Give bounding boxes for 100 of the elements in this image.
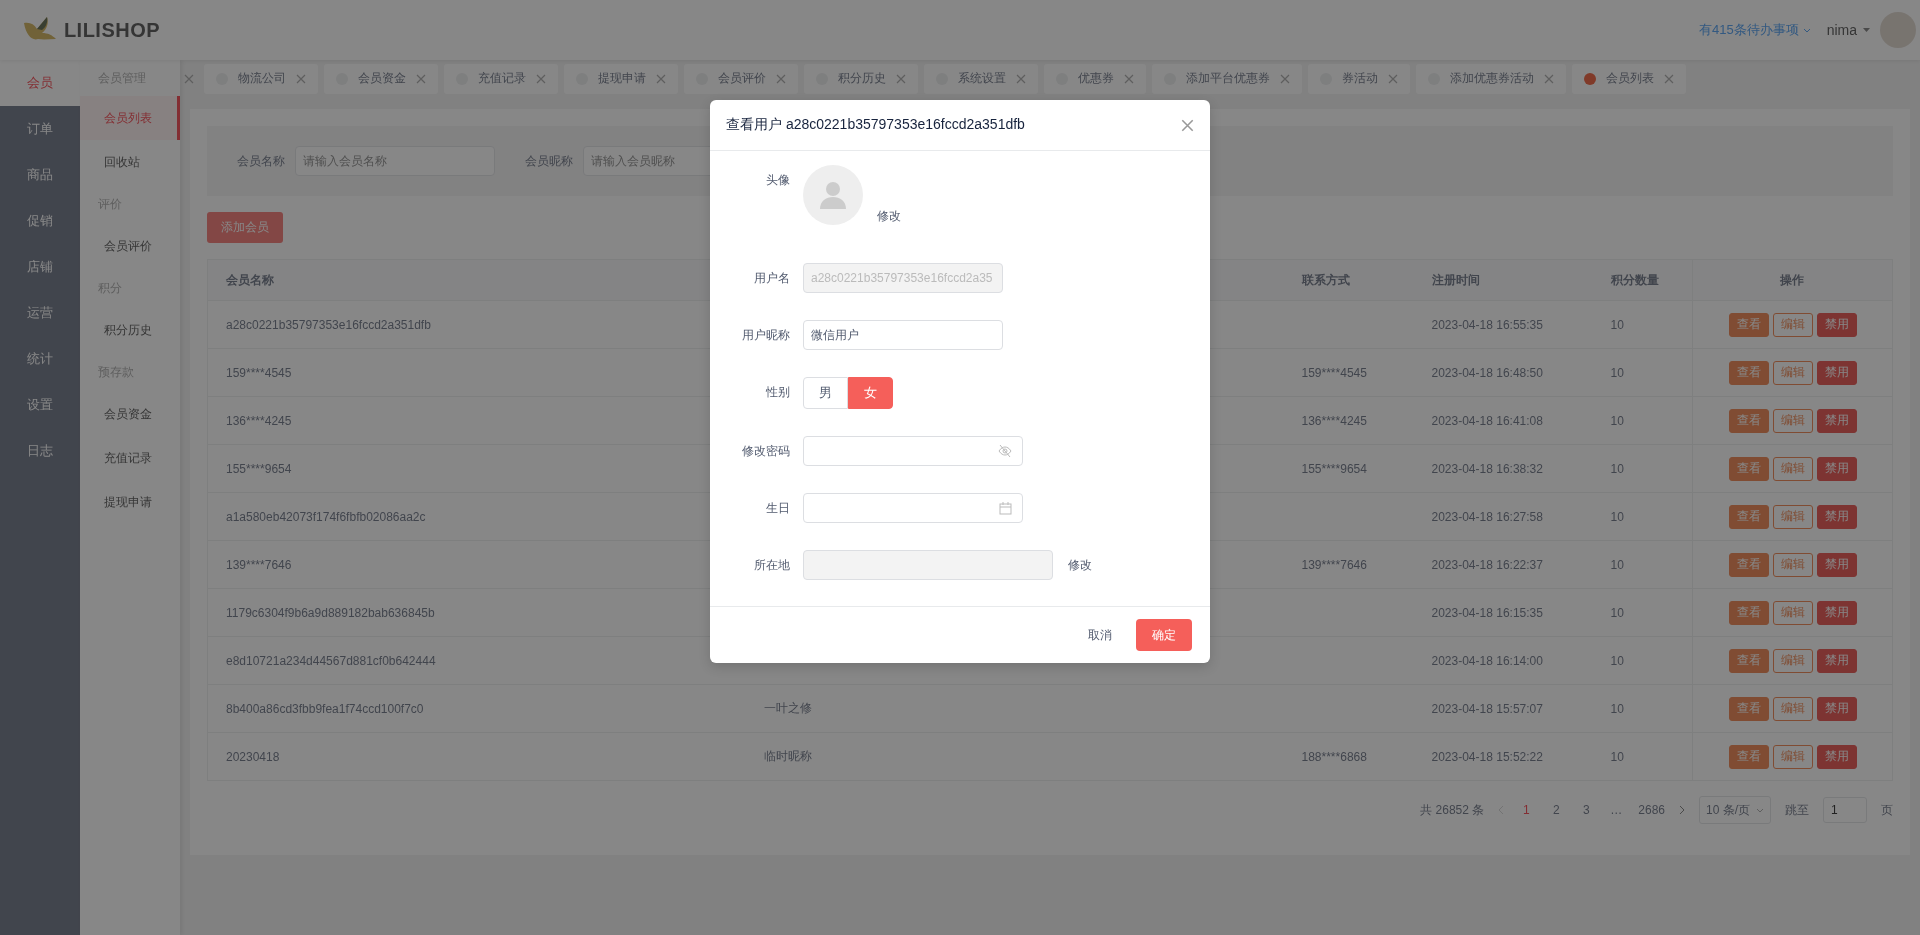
action-button[interactable]: 查看	[1728, 504, 1769, 529]
close-icon[interactable]	[1181, 118, 1194, 132]
action-button[interactable]: 禁用	[1816, 696, 1857, 721]
action-button[interactable]: 禁用	[1816, 360, 1857, 385]
action-button[interactable]: 查看	[1728, 552, 1769, 577]
action-button[interactable]: 禁用	[1816, 504, 1857, 529]
submenu-item[interactable]: 提现申请	[80, 480, 180, 524]
page-tab[interactable]: 添加平台优惠券	[1152, 63, 1302, 94]
nav-item[interactable]: 统计	[0, 336, 80, 382]
nav-item[interactable]: 运营	[0, 290, 80, 336]
submenu-item[interactable]: 会员列表	[80, 96, 180, 140]
action-button[interactable]: 禁用	[1816, 648, 1857, 673]
submenu-item[interactable]: 积分历史	[80, 308, 180, 352]
page-input[interactable]: 1	[1823, 797, 1867, 823]
action-button[interactable]: 编辑	[1772, 408, 1813, 433]
nav-item[interactable]: 店铺	[0, 244, 80, 290]
action-button[interactable]: 禁用	[1816, 456, 1857, 481]
close-icon[interactable]	[1544, 73, 1554, 84]
nav-item[interactable]: 设置	[0, 382, 80, 428]
action-button[interactable]: 查看	[1728, 408, 1769, 433]
action-button[interactable]: 编辑	[1772, 696, 1813, 721]
chevron-right-icon[interactable]	[1679, 805, 1685, 815]
page-tab[interactable]: 提现申请	[564, 63, 678, 94]
region-field[interactable]	[803, 550, 1053, 580]
table-cell: 10	[1592, 348, 1693, 397]
action-button[interactable]: 查看	[1728, 600, 1769, 625]
submenu-item[interactable]: 回收站	[80, 140, 180, 184]
submenu-item[interactable]: 会员资金	[80, 392, 180, 436]
nav-item[interactable]: 日志	[0, 428, 80, 474]
column-header: 操作	[1692, 259, 1893, 301]
text-field[interactable]: 微信用户	[803, 320, 1003, 350]
close-icon[interactable]	[1664, 73, 1674, 84]
page-number[interactable]: 1	[1518, 803, 1535, 817]
action-button[interactable]: 编辑	[1772, 456, 1813, 481]
edit-link[interactable]: 修改	[877, 207, 901, 225]
password-field[interactable]	[803, 436, 1023, 466]
close-icon[interactable]	[1124, 73, 1134, 84]
action-button[interactable]: 编辑	[1772, 648, 1813, 673]
nav-item[interactable]: 商品	[0, 152, 80, 198]
page-number[interactable]: 2686	[1638, 803, 1665, 817]
close-icon[interactable]	[776, 73, 786, 84]
page-number[interactable]: 3	[1578, 803, 1595, 817]
action-button[interactable]: 禁用	[1816, 312, 1857, 337]
close-icon[interactable]	[296, 73, 306, 84]
gender-option[interactable]: 男	[803, 377, 848, 409]
action-button[interactable]: 查看	[1728, 360, 1769, 385]
close-icon[interactable]	[1016, 73, 1026, 84]
action-button[interactable]: 编辑	[1772, 600, 1813, 625]
nav-item[interactable]: 会员	[0, 60, 80, 106]
action-button[interactable]: 禁用	[1816, 744, 1857, 769]
edit-link[interactable]: 修改	[1068, 550, 1092, 580]
action-button[interactable]: 查看	[1728, 312, 1769, 337]
page-tab[interactable]: 系统设置	[924, 63, 1038, 94]
action-button[interactable]: 编辑	[1772, 360, 1813, 385]
page-tab[interactable]: 会员列表	[1572, 63, 1686, 94]
page-tab[interactable]: 券活动	[1308, 63, 1410, 94]
field-label: 生日	[765, 500, 790, 517]
action-button[interactable]: 查看	[1728, 648, 1769, 673]
user-menu[interactable]: nima	[1826, 22, 1870, 38]
action-button[interactable]: 禁用	[1816, 552, 1857, 577]
nav-item[interactable]: 促销	[0, 198, 80, 244]
action-button[interactable]: 编辑	[1772, 552, 1813, 577]
date-field[interactable]	[803, 493, 1023, 523]
todo-link[interactable]: 有415条待办事项	[1698, 21, 1811, 39]
page-tab[interactable]: 会员评价	[684, 63, 798, 94]
action-button[interactable]: 查看	[1728, 744, 1769, 769]
action-button[interactable]: 编辑	[1772, 504, 1813, 529]
nav-item[interactable]: 订单	[0, 106, 80, 152]
page-tab[interactable]: 物流公司	[204, 63, 318, 94]
total-count: 共 26852 条	[1420, 801, 1485, 819]
close-icon[interactable]	[416, 73, 426, 84]
action-button[interactable]: 禁用	[1816, 408, 1857, 433]
submenu-item[interactable]: 会员评价	[80, 224, 180, 268]
confirm-button[interactable]: 确定	[1136, 619, 1192, 651]
action-button[interactable]: 查看	[1728, 456, 1769, 481]
page-tab[interactable]: 会员资金	[324, 63, 438, 94]
close-icon[interactable]	[656, 73, 666, 84]
page-tab[interactable]: 优惠券	[1044, 63, 1146, 94]
action-button[interactable]: 编辑	[1772, 744, 1813, 769]
calendar-icon[interactable]	[999, 501, 1012, 515]
page-tab[interactable]: 充值记录	[444, 63, 558, 94]
avatar[interactable]	[1880, 12, 1916, 48]
page-number[interactable]: 2	[1548, 803, 1565, 817]
eye-off-icon[interactable]	[998, 444, 1012, 458]
action-button[interactable]: 查看	[1728, 696, 1769, 721]
close-icon[interactable]	[536, 73, 546, 84]
page-tab[interactable]: 积分历史	[804, 63, 918, 94]
close-icon[interactable]	[896, 73, 906, 84]
gender-option[interactable]: 女	[848, 377, 893, 409]
close-icon[interactable]	[1280, 73, 1290, 84]
submenu-item[interactable]: 充值记录	[80, 436, 180, 480]
close-icon[interactable]	[1388, 73, 1398, 84]
page-number[interactable]: …	[1608, 803, 1625, 817]
dialog-title: 查看用户 a28c0221b35797353e16fccd2a351dfb	[726, 116, 1025, 134]
close-icon[interactable]	[184, 73, 194, 84]
page-tab[interactable]: 添加优惠券活动	[1416, 63, 1566, 94]
action-button[interactable]: 编辑	[1772, 312, 1813, 337]
page-size-select[interactable]: 10 条/页	[1699, 796, 1771, 824]
field-label: 性别	[765, 384, 790, 401]
action-button[interactable]: 禁用	[1816, 600, 1857, 625]
